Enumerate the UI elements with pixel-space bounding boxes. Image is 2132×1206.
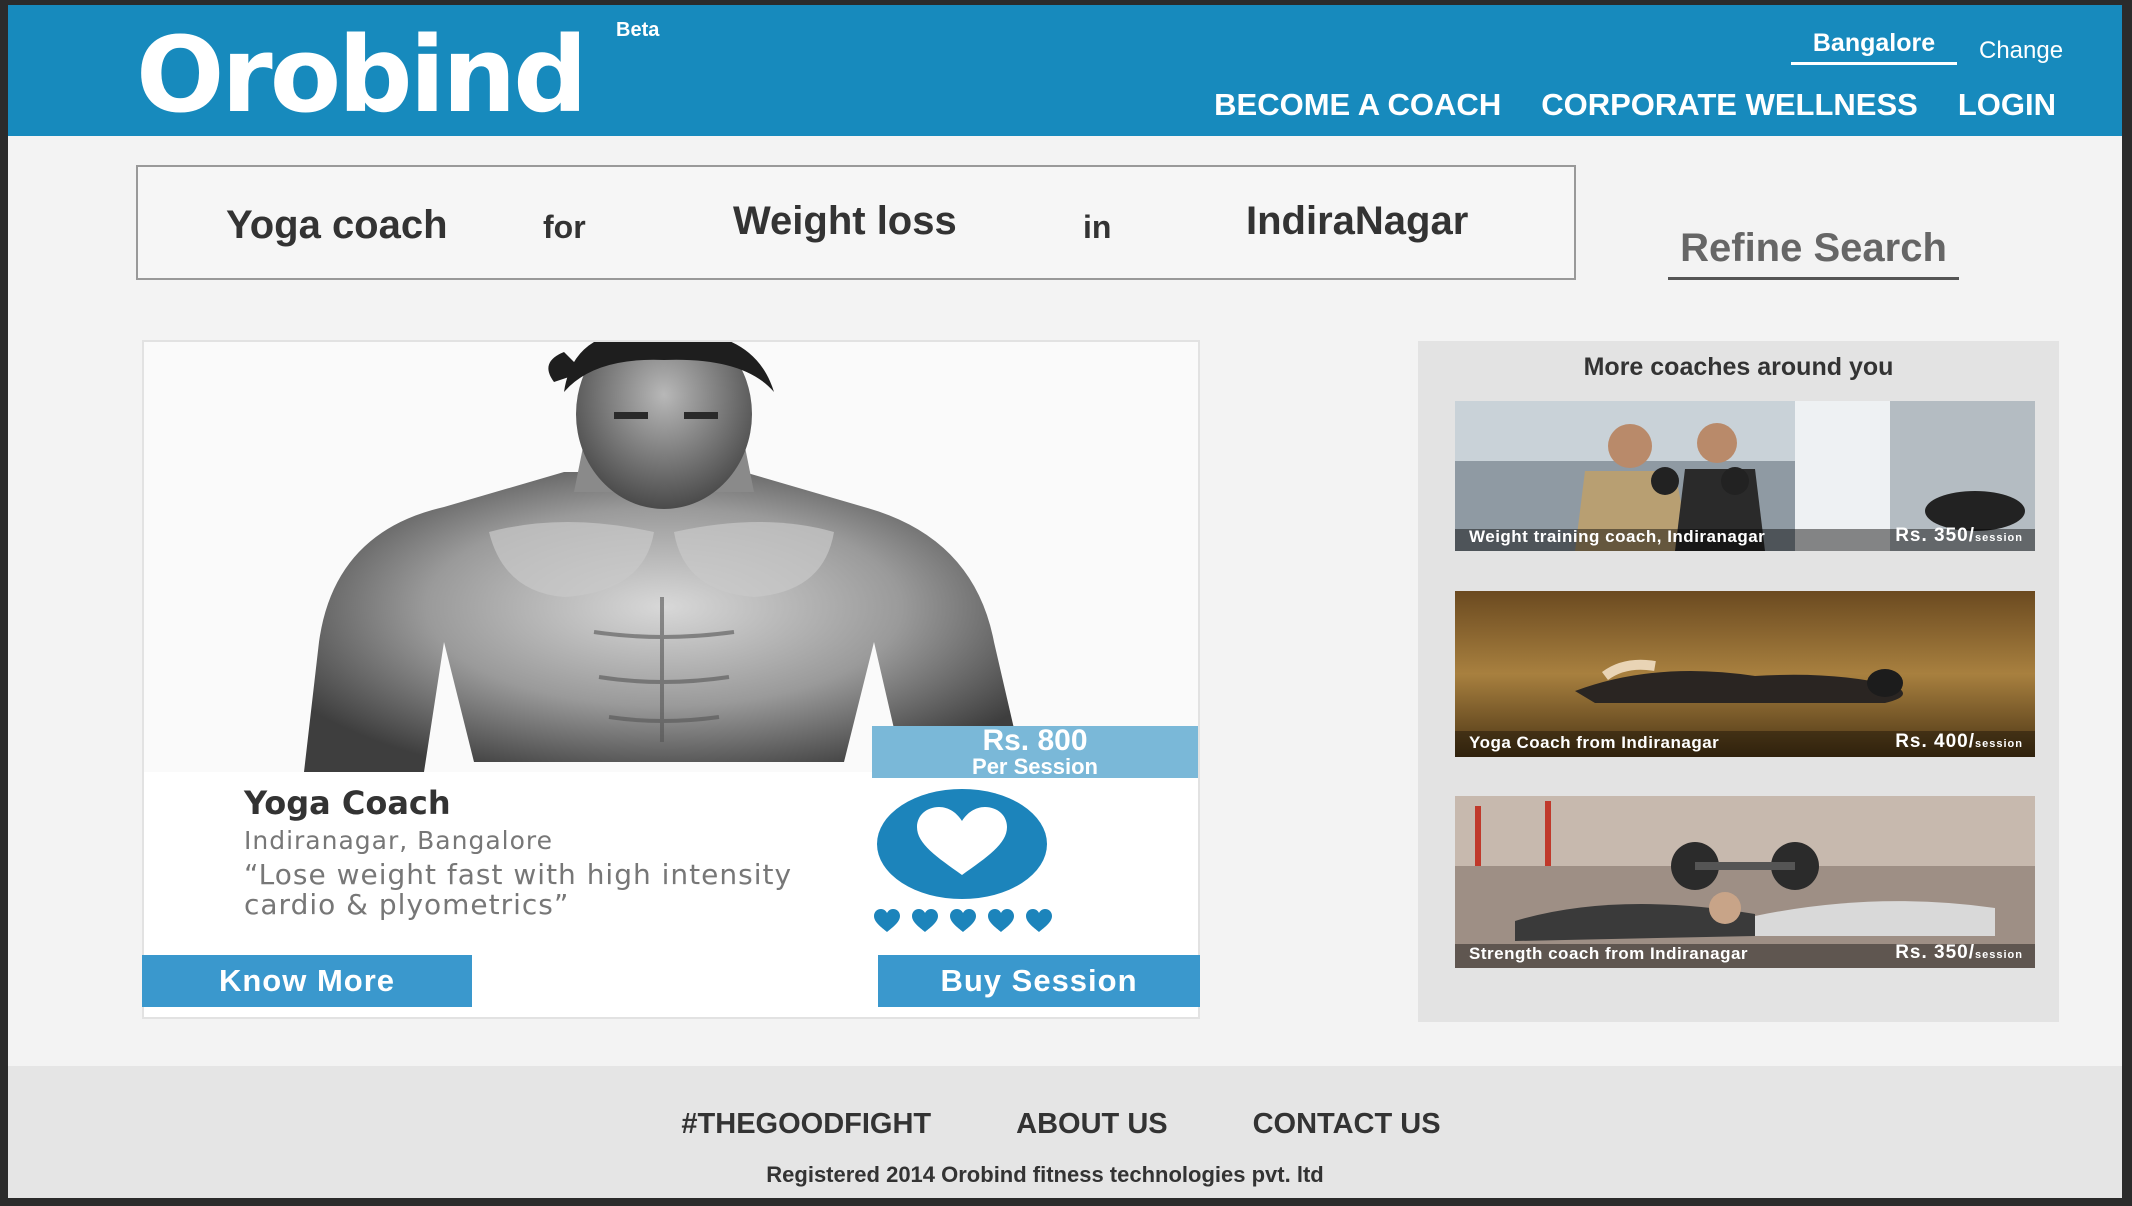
tile-caption: Yoga Coach from Indiranagar [1469,733,1720,752]
heart-icon [988,909,1014,932]
coach-title: Yoga Coach [244,784,451,822]
coach-tile-strength[interactable]: Strength coach from Indiranagar Rs. 350/… [1455,796,2035,968]
more-coaches-title: More coaches around you [1583,353,1894,381]
tile-price: Rs. 350/session [1895,942,2023,963]
coach-location: Indiranagar, Bangalore [244,826,554,855]
orobind-logo[interactable]: Orobind [136,23,588,127]
browser-frame: Orobind Beta Bangalore Change BECOME A C… [8,5,2122,1198]
rating-hearts [873,908,1053,934]
tile-caption: Weight training coach, Indiranagar [1469,527,1766,546]
tile-price: Rs. 350/session [1895,525,2023,546]
in-label: in [1083,209,1112,245]
footer-link-about-us[interactable]: ABOUT US [1016,1108,1167,1141]
more-coaches-panel: More coaches around you Weight training … [1418,341,2059,1022]
footer-link-contact-us[interactable]: CONTACT US [1253,1108,1441,1141]
search-sentence-box: Yoga coach for Weight loss in IndiraNaga… [136,165,1576,280]
nav-become-a-coach[interactable]: BECOME A COACH [1214,87,1501,123]
for-label: for [543,209,586,245]
buy-session-button[interactable]: Buy Session [878,955,1200,1007]
site-header: Orobind Beta Bangalore Change BECOME A C… [8,5,2122,136]
location-field[interactable]: IndiraNagar [1246,199,1468,244]
coach-type-field[interactable]: Yoga coach [226,203,448,248]
nav-corporate-wellness[interactable]: CORPORATE WELLNESS [1541,87,1918,123]
coach-quote: “Lose weight fast with high intensity ca… [244,858,793,921]
favorite-button[interactable] [877,789,1047,899]
heart-icon [917,807,1007,875]
tile-caption: Strength coach from Indiranagar [1469,944,1749,963]
heart-icon [912,909,938,932]
nav-login[interactable]: LOGIN [1958,87,2056,123]
price-amount: Rs. 800 [982,724,1088,757]
coach-tile-yoga[interactable]: Yoga Coach from Indiranagar Rs. 400/sess… [1455,591,2035,757]
main-nav: BECOME A COACH CORPORATE WELLNESS LOGIN [1214,87,2056,123]
city-selector[interactable]: Bangalore [1791,29,1957,65]
heart-icon [950,909,976,932]
coach-photo[interactable] [144,342,1198,772]
goal-field[interactable]: Weight loss [733,199,957,244]
know-more-button[interactable]: Know More [142,955,472,1007]
copyright-text: Registered 2014 Orobind fitness technolo… [766,1162,1324,1187]
beta-badge: Beta [616,19,660,41]
heart-icon [874,909,900,932]
site-footer: #THEGOODFIGHT ABOUT US CONTACT US Regist… [8,1066,2122,1198]
footer-link-thegoodfight[interactable]: #THEGOODFIGHT [681,1108,931,1141]
price-unit: Per Session [972,754,1098,779]
refine-search-button[interactable]: Refine Search [1668,226,1959,280]
tile-price: Rs. 400/session [1895,731,2023,752]
featured-coach-card: Rs. 800 Per Session Yoga Coach Indiranag… [142,340,1200,1019]
change-city-link[interactable]: Change [1979,37,2063,65]
price-tag: Rs. 800 Per Session [872,726,1198,778]
footer-nav: #THEGOODFIGHT ABOUT US CONTACT US [8,1108,2122,1141]
coach-tile-weight-training[interactable]: Weight training coach, Indiranagar Rs. 3… [1455,401,2035,551]
heart-icon [1026,909,1052,932]
